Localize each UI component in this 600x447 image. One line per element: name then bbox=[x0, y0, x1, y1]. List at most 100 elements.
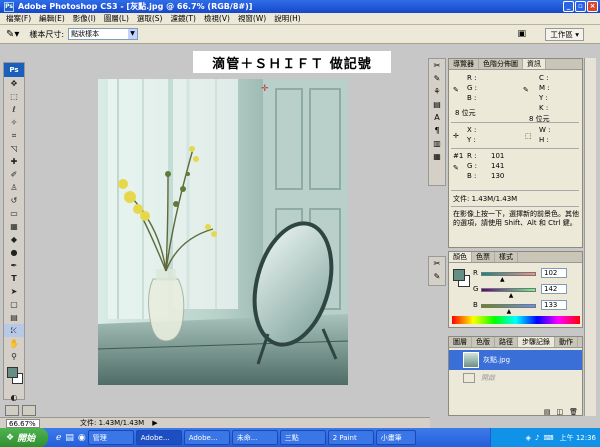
lasso-tool-icon[interactable]: ℓ bbox=[4, 103, 24, 116]
brushes-icon[interactable]: ✎ bbox=[429, 72, 445, 85]
character-icon[interactable]: A bbox=[429, 111, 445, 124]
tray-network-icon[interactable]: ◈ bbox=[526, 434, 531, 442]
layers-icon[interactable]: ▦ bbox=[429, 150, 445, 163]
marquee-tool-icon[interactable]: ⬚ bbox=[4, 90, 24, 103]
layer-comps-icon[interactable]: ▤ bbox=[429, 98, 445, 111]
dodge-tool-icon[interactable]: ● bbox=[4, 246, 24, 259]
explorer-icon[interactable]: ▤ bbox=[65, 433, 74, 443]
g-value-field[interactable]: 142 bbox=[541, 284, 567, 294]
blur-tool-icon[interactable]: ◆ bbox=[4, 233, 24, 246]
notes-icon[interactable]: ▥ bbox=[429, 137, 445, 150]
healing-brush-tool-icon[interactable]: ✚ bbox=[4, 155, 24, 168]
tab-histogram[interactable]: 色階分佈圖 bbox=[479, 59, 523, 69]
minimize-button[interactable]: _ bbox=[563, 1, 574, 12]
color-ramp[interactable] bbox=[452, 316, 580, 324]
notes-tool-icon[interactable]: ▤ bbox=[4, 311, 24, 324]
paragraph-icon[interactable]: ¶ bbox=[429, 124, 445, 137]
sample-size-select[interactable]: 點狀樣本 ▼ bbox=[68, 28, 139, 40]
tab-actions[interactable]: 動作 bbox=[555, 337, 578, 347]
document-canvas[interactable]: ✛ bbox=[97, 79, 349, 385]
ie-icon[interactable]: ℯ bbox=[56, 433, 61, 443]
tab-swatches[interactable]: 色票 bbox=[472, 252, 495, 262]
gradient-tool-icon[interactable]: ▦ bbox=[4, 220, 24, 233]
move-tool-icon[interactable]: ✥ bbox=[4, 77, 24, 90]
history-snapshot-row[interactable]: 灰點.jpg bbox=[449, 350, 582, 370]
menu-edit[interactable]: 編輯(E) bbox=[35, 13, 69, 24]
foreground-swatch-large[interactable] bbox=[5, 405, 19, 416]
slice-tool-icon[interactable]: ◹ bbox=[4, 142, 24, 155]
menu-view[interactable]: 檢視(V) bbox=[200, 13, 234, 24]
g-slider-thumb[interactable]: ▲ bbox=[509, 292, 514, 299]
hand-tool-icon[interactable]: ✋ bbox=[4, 337, 24, 350]
type-tool-icon[interactable]: T bbox=[4, 272, 24, 285]
task-brush[interactable]: 小畫筆 bbox=[375, 430, 416, 445]
history-item-open[interactable]: 開啟 bbox=[449, 372, 582, 384]
menu-window[interactable]: 視窗(W) bbox=[234, 13, 270, 24]
menu-help[interactable]: 說明(H) bbox=[270, 13, 305, 24]
eyedropper-tool-icon[interactable]: ⤪ bbox=[4, 324, 24, 337]
menu-file[interactable]: 檔案(F) bbox=[2, 13, 35, 24]
panel-scrollbar[interactable] bbox=[584, 58, 596, 416]
clone-source-icon[interactable]: ⚘ bbox=[429, 85, 445, 98]
tool-preset-icon-2[interactable]: ✂ bbox=[429, 257, 445, 270]
start-button[interactable]: ❖ 開始 bbox=[0, 428, 48, 447]
menu-select[interactable]: 選取(S) bbox=[133, 13, 167, 24]
options-bar: ✎▾ 樣本尺寸: 點狀樣本 ▼ 工作區 ▾ ▣ bbox=[0, 25, 600, 44]
workspace-button[interactable]: 工作區 ▾ bbox=[545, 28, 584, 41]
eraser-tool-icon[interactable]: ▭ bbox=[4, 207, 24, 220]
restore-button[interactable]: ▫ bbox=[575, 1, 586, 12]
eyedropper-preset-icon[interactable]: ✎▾ bbox=[6, 29, 19, 40]
trash-icon[interactable]: 🗑 bbox=[569, 408, 578, 416]
menu-layer[interactable]: 圖層(L) bbox=[100, 13, 133, 24]
r-value-field[interactable]: 102 bbox=[541, 268, 567, 278]
color-g-label: G bbox=[473, 285, 479, 293]
foreground-color-swatch[interactable] bbox=[7, 367, 18, 378]
tool-presets-icon[interactable]: ✂ bbox=[429, 59, 445, 72]
media-icon[interactable]: ◉ bbox=[78, 433, 86, 443]
tray-ime-icon[interactable]: ⌨ bbox=[543, 434, 553, 442]
menu-image[interactable]: 影像(I) bbox=[69, 13, 100, 24]
color-fg-swatch[interactable] bbox=[453, 269, 465, 281]
task-untitled[interactable]: 未命... bbox=[231, 430, 278, 445]
path-selection-tool-icon[interactable]: ➤ bbox=[4, 285, 24, 298]
brush-tool-icon[interactable]: ✐ bbox=[4, 168, 24, 181]
zoom-tool-icon[interactable]: ⚲ bbox=[4, 350, 24, 363]
task-adobe-1[interactable]: Adobe... bbox=[135, 430, 182, 445]
brush-preset-icon-2[interactable]: ✎ bbox=[429, 270, 445, 283]
task-three-dots[interactable]: 三點 bbox=[279, 430, 326, 445]
close-button[interactable]: × bbox=[587, 1, 598, 12]
r-slider[interactable] bbox=[481, 272, 536, 276]
crop-tool-icon[interactable]: ⌗ bbox=[4, 129, 24, 142]
label-m: M : bbox=[539, 84, 550, 92]
task-manage[interactable]: 管理 bbox=[87, 430, 134, 445]
tab-channels[interactable]: 色版 bbox=[472, 337, 495, 347]
background-swatch-large[interactable] bbox=[22, 405, 36, 416]
magic-wand-tool-icon[interactable]: ✧ bbox=[4, 116, 24, 129]
pen-tool-icon[interactable]: ✒ bbox=[4, 259, 24, 272]
new-snapshot-icon[interactable]: ◫ bbox=[556, 408, 563, 416]
tab-layers[interactable]: 圖層 bbox=[449, 337, 472, 347]
shape-tool-icon[interactable]: ▢ bbox=[4, 298, 24, 311]
new-document-icon[interactable]: ▤ bbox=[544, 408, 551, 416]
zoom-level-field[interactable]: 66.67% bbox=[6, 418, 40, 428]
svg-text:✛: ✛ bbox=[261, 84, 269, 94]
tab-info[interactable]: 資訊 bbox=[523, 59, 546, 69]
task-paint[interactable]: 2 Paint bbox=[327, 430, 374, 445]
tab-color[interactable]: 顏色 bbox=[449, 252, 472, 262]
bridge-icon[interactable]: ▣ bbox=[517, 29, 526, 39]
tab-paths[interactable]: 路徑 bbox=[495, 337, 518, 347]
status-menu-arrow-icon[interactable]: ▶ bbox=[152, 419, 157, 427]
quick-mask-icon[interactable]: ◐ bbox=[4, 391, 24, 404]
task-label: 未命... bbox=[236, 433, 258, 442]
menu-filter[interactable]: 濾鏡(T) bbox=[167, 13, 200, 24]
tray-volume-icon[interactable]: ♪ bbox=[535, 434, 539, 442]
r-slider-thumb[interactable]: ▲ bbox=[500, 276, 505, 283]
tab-styles[interactable]: 樣式 bbox=[495, 252, 518, 262]
history-brush-tool-icon[interactable]: ↺ bbox=[4, 194, 24, 207]
b-slider-thumb[interactable]: ▲ bbox=[507, 308, 512, 315]
tab-history[interactable]: 步驟記錄 bbox=[518, 337, 555, 347]
b-value-field[interactable]: 133 bbox=[541, 300, 567, 310]
tab-navigator[interactable]: 導覽器 bbox=[449, 59, 479, 69]
clone-stamp-tool-icon[interactable]: ♙ bbox=[4, 181, 24, 194]
task-adobe-2[interactable]: Adobe... bbox=[183, 430, 230, 445]
